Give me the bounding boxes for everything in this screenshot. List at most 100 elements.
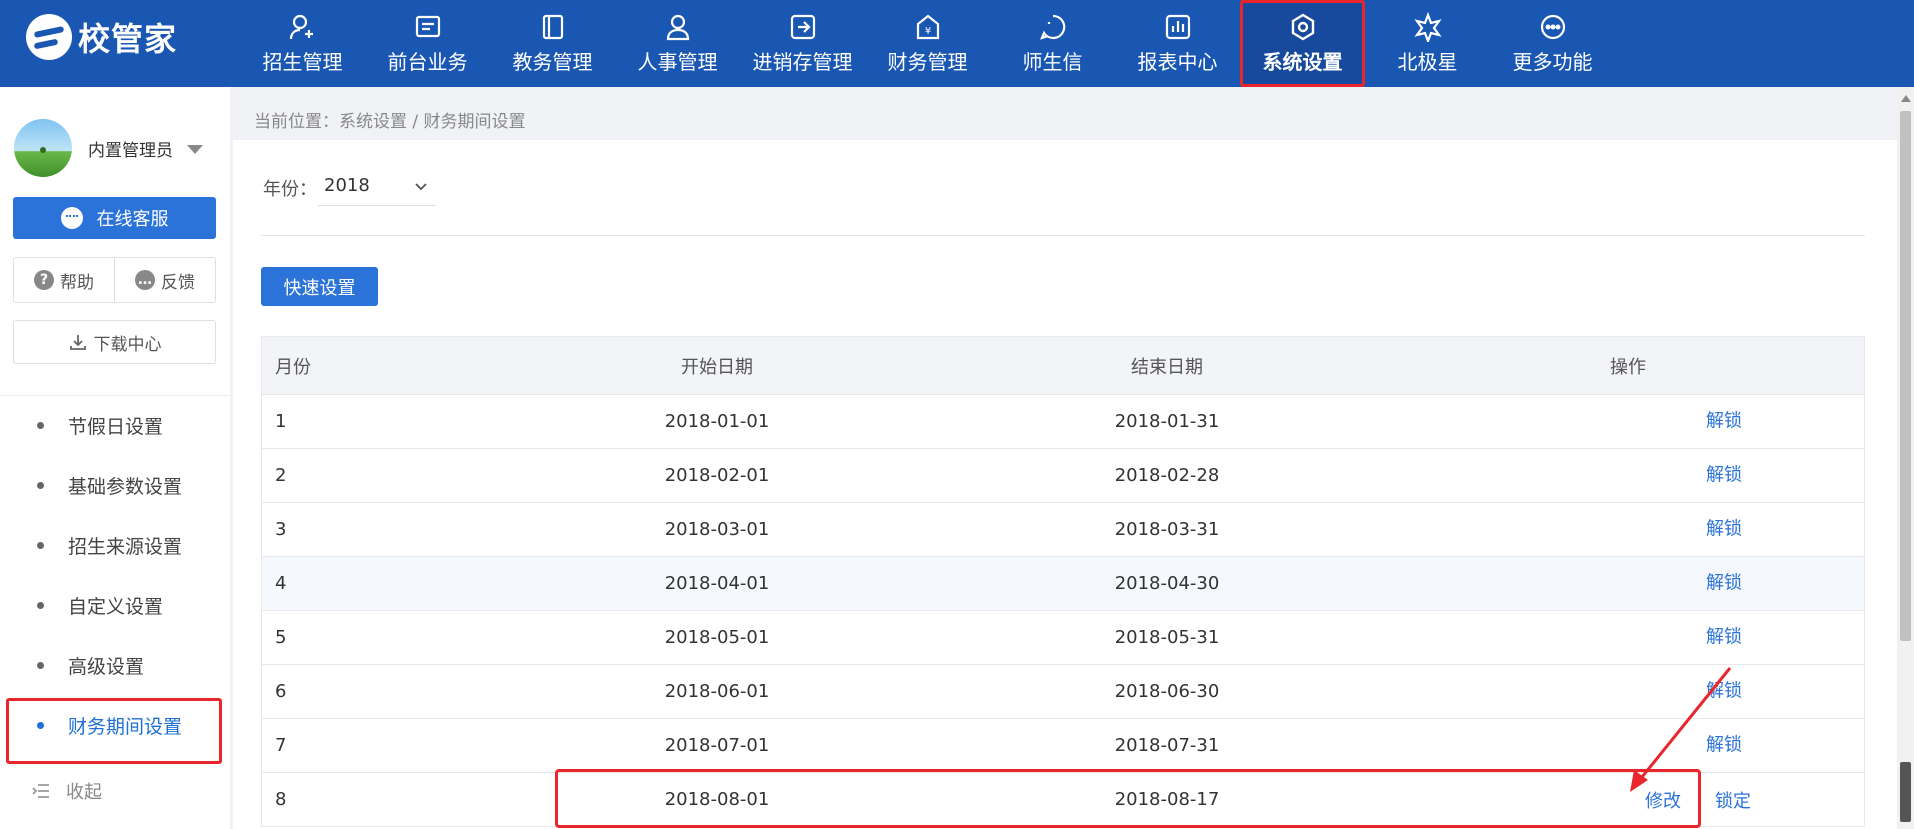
cell-start-date: 2018-02-01	[664, 465, 770, 486]
table-row: 2 2018-02-01 2018-02-28 解锁	[262, 449, 1864, 503]
table-row: 4 2018-04-01 2018-04-30 解锁	[262, 557, 1864, 611]
unlock-link[interactable]: 解锁	[1706, 406, 1742, 432]
logo-text: 校管家	[78, 20, 178, 58]
star-icon	[1413, 12, 1442, 42]
user-menu[interactable]: 内置管理员	[14, 119, 203, 177]
chevron-down-icon	[415, 182, 427, 190]
cell-end-date: 2018-05-31	[1114, 627, 1220, 648]
cell-end-date: 2018-02-28	[1114, 465, 1220, 486]
unlock-link[interactable]: 解锁	[1706, 568, 1742, 594]
menu-item-advanced[interactable]: 高级设置	[0, 635, 230, 695]
finance-icon: ¥	[916, 14, 939, 40]
table-header: 月份 开始日期 结束日期 操作	[262, 337, 1864, 395]
bullet-icon	[37, 662, 44, 669]
year-select[interactable]: 2018	[318, 166, 436, 206]
table-row: 6 2018-06-01 2018-06-30 解锁	[262, 665, 1864, 719]
menu-item-holidays[interactable]: 节假日设置	[0, 395, 230, 455]
caret-down-icon[interactable]	[187, 145, 203, 154]
unlock-link[interactable]: 解锁	[1706, 514, 1742, 540]
cell-month: 4	[275, 573, 287, 594]
menu-item-basic-params[interactable]: 基础参数设置	[0, 455, 230, 515]
nav-item-hr[interactable]: 人事管理	[615, 0, 740, 87]
nav-item-reports[interactable]: 报表中心	[1115, 0, 1240, 87]
cell-end-date: 2018-03-31	[1114, 519, 1220, 540]
nav-item-front-desk[interactable]: 前台业务	[365, 0, 490, 87]
table-row: 5 2018-05-01 2018-05-31 解锁	[262, 611, 1864, 665]
header-end-date: 结束日期	[1131, 356, 1203, 378]
vertical-scrollbar[interactable]	[1897, 87, 1914, 829]
scroll-thumb-secondary[interactable]	[1900, 762, 1911, 822]
cell-end-date: 2018-06-30	[1114, 681, 1220, 702]
cell-start-date: 2018-06-01	[664, 681, 770, 702]
nav-item-messages[interactable]: 师生信	[990, 0, 1115, 87]
nav-item-more[interactable]: 更多功能	[1490, 0, 1615, 87]
cell-end-date: 2018-07-31	[1114, 735, 1220, 756]
main-nav: 招生管理 前台业务 教务管理 人事管理 进销存管理 ¥ 财务管理 师生信 报表中	[240, 0, 1615, 87]
chat-icon	[60, 207, 83, 229]
avatar	[14, 119, 72, 177]
quick-setup-button[interactable]: 快速设置	[261, 267, 378, 306]
sidebar: 内置管理员 在线客服 ? 帮助 … 反馈 下载中心 节假日设置 基础参数设置 招…	[0, 87, 230, 829]
cell-month: 3	[275, 519, 287, 540]
nav-item-polaris[interactable]: 北极星	[1365, 0, 1490, 87]
question-icon: ?	[34, 270, 54, 290]
online-service-button[interactable]: 在线客服	[13, 197, 216, 239]
app-logo[interactable]: 校管家	[26, 14, 177, 60]
annotation-highlight-box	[6, 698, 222, 764]
cell-start-date: 2018-01-01	[664, 411, 770, 432]
bullet-icon	[37, 542, 44, 549]
bullet-icon	[37, 602, 44, 609]
download-icon	[69, 335, 86, 350]
nav-item-finance[interactable]: ¥ 财务管理	[865, 0, 990, 87]
feedback-button[interactable]: … 反馈	[115, 258, 215, 302]
lock-link[interactable]: 锁定	[1715, 787, 1751, 813]
book-icon	[542, 14, 563, 40]
unlock-link[interactable]: 解锁	[1706, 460, 1742, 486]
report-icon	[1165, 14, 1190, 40]
cell-end-date: 2018-01-31	[1114, 411, 1220, 432]
menu-item-recruit-sources[interactable]: 招生来源设置	[0, 515, 230, 575]
logo-icon	[26, 14, 72, 60]
year-value: 2018	[324, 175, 370, 196]
cell-month: 1	[275, 411, 287, 432]
person-icon	[666, 14, 689, 41]
table-row: 7 2018-07-01 2018-07-31 解锁	[262, 719, 1864, 773]
cell-month: 8	[275, 789, 287, 810]
collapse-icon	[32, 784, 49, 798]
table-row: 3 2018-03-01 2018-03-31 解锁	[262, 503, 1864, 557]
more-icon	[1540, 14, 1565, 40]
cell-month: 2	[275, 465, 287, 486]
help-feedback-row: ? 帮助 … 反馈	[13, 257, 216, 303]
message-icon	[1039, 14, 1065, 40]
nav-item-academic[interactable]: 教务管理	[490, 0, 615, 87]
collapse-button[interactable]: 收起	[30, 778, 102, 804]
unlock-link[interactable]: 解锁	[1706, 622, 1742, 648]
menu-item-financial-period[interactable]: 财务期间设置	[0, 695, 230, 764]
bullet-icon	[37, 422, 44, 429]
cell-start-date: 2018-07-01	[664, 735, 770, 756]
scroll-up-icon[interactable]	[1901, 95, 1911, 102]
unlock-link[interactable]: 解锁	[1706, 676, 1742, 702]
scroll-thumb[interactable]	[1900, 111, 1911, 641]
header-start-date: 开始日期	[681, 356, 753, 378]
cell-month: 7	[275, 735, 287, 756]
nav-item-system-settings[interactable]: 系统设置	[1240, 0, 1365, 87]
download-center-button[interactable]: 下载中心	[13, 320, 216, 364]
menu-item-custom[interactable]: 自定义设置	[0, 575, 230, 635]
nav-item-recruit[interactable]: 招生管理	[240, 0, 365, 87]
cell-month: 5	[275, 627, 287, 648]
settings-menu: 节假日设置 基础参数设置 招生来源设置 自定义设置 高级设置 财务期间设置	[0, 395, 230, 764]
annotation-highlight-box	[555, 769, 1701, 828]
help-button[interactable]: ? 帮助	[14, 258, 115, 302]
svg-text:¥: ¥	[924, 26, 930, 37]
bullet-icon	[37, 722, 44, 729]
financial-period-table: 月份 开始日期 结束日期 操作 1 2018-01-01 2018-01-31 …	[261, 336, 1865, 827]
cell-end-date: 2018-04-30	[1114, 573, 1220, 594]
year-label: 年份：	[263, 179, 317, 200]
inventory-icon	[790, 14, 815, 40]
monitor-icon	[415, 15, 440, 38]
nav-item-inventory[interactable]: 进销存管理	[740, 0, 865, 87]
unlock-link[interactable]: 解锁	[1706, 730, 1742, 756]
settings-icon	[1291, 13, 1314, 41]
cell-start-date: 2018-05-01	[664, 627, 770, 648]
